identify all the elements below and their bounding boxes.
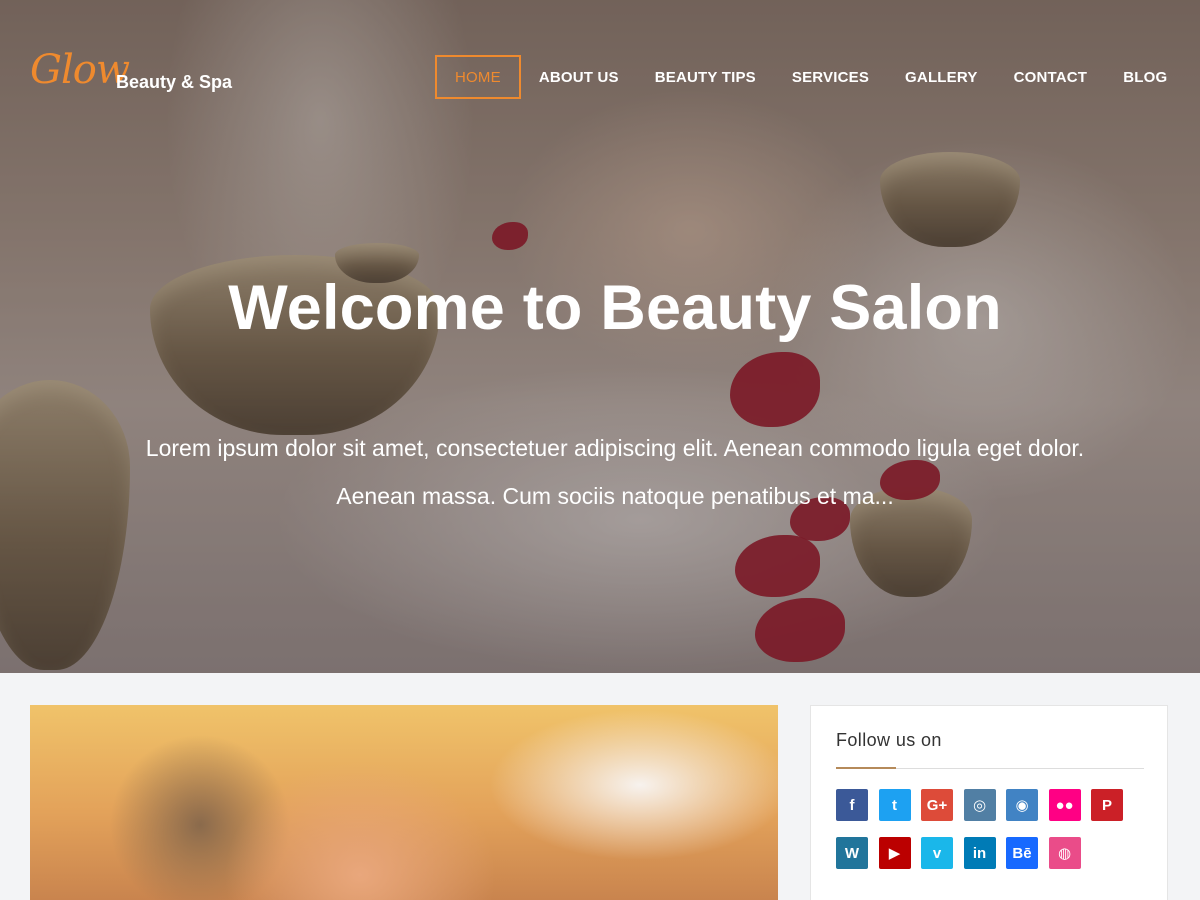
github-icon[interactable]: ◉ — [1006, 789, 1038, 821]
brand-logo[interactable]: Glow — [30, 50, 130, 90]
nav-item-about-us[interactable]: ABOUT US — [521, 55, 637, 99]
behance-icon[interactable]: Bē — [1006, 837, 1038, 869]
nav-item-contact[interactable]: CONTACT — [996, 55, 1106, 99]
twitter-icon[interactable]: t — [878, 789, 911, 821]
brand-tagline[interactable]: Beauty & Spa — [116, 72, 232, 93]
google-plus-icon[interactable]: G+ — [921, 789, 953, 821]
hero-subtitle-line-2: Aenean massa. Cum sociis natoque penatib… — [336, 483, 894, 509]
flickr-icon[interactable]: ●● — [1048, 789, 1081, 821]
nav-item-gallery[interactable]: GALLERY — [887, 55, 996, 99]
follow-us-widget: Follow us on f t G+ ◎ ◉ ●● P W ▶ v in Bē ◍ — [810, 705, 1168, 900]
hero-title: Welcome to Beauty Salon — [228, 273, 1002, 343]
youtube-icon[interactable]: ▶ — [878, 837, 911, 869]
widget-divider-accent — [836, 767, 896, 769]
nav-item-blog[interactable]: BLOG — [1105, 55, 1185, 99]
wordpress-icon[interactable]: W — [836, 837, 868, 869]
nav-item-home[interactable]: HOME — [435, 55, 521, 99]
facebook-icon[interactable]: f — [836, 789, 868, 821]
pinterest-icon[interactable]: P — [1091, 789, 1123, 821]
instagram-icon[interactable]: ◎ — [963, 789, 996, 821]
widget-title: Follow us on — [836, 730, 942, 750]
nav-item-services[interactable]: SERVICES — [774, 55, 887, 99]
dribbble-icon[interactable]: ◍ — [1048, 837, 1081, 869]
hero-subtitle: Lorem ipsum dolor sit amet, consectetuer… — [0, 424, 1200, 520]
linkedin-icon[interactable]: in — [963, 837, 996, 869]
hero-subtitle-line-1: Lorem ipsum dolor sit amet, consectetuer… — [145, 435, 1085, 461]
nav-item-beauty-tips[interactable]: BEAUTY TIPS — [637, 55, 774, 99]
vimeo-icon[interactable]: v — [921, 837, 953, 869]
featured-post-image[interactable] — [30, 705, 778, 900]
main-navigation: HOME ABOUT US BEAUTY TIPS SERVICES GALLE… — [435, 55, 1185, 99]
hero-banner: Glow Beauty & Spa HOME ABOUT US BEAUTY T… — [0, 0, 1200, 673]
